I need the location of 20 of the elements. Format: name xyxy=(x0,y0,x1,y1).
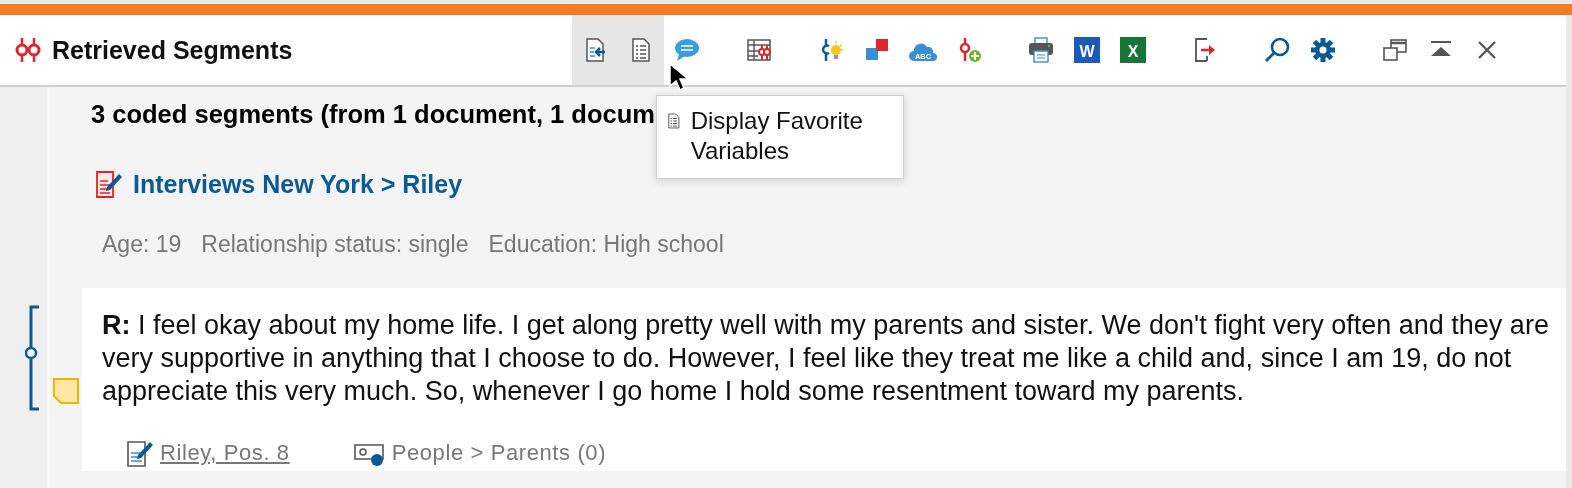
excel-icon[interactable]: X xyxy=(1119,36,1147,64)
source-link[interactable]: Riley, Pos. 8 xyxy=(160,440,290,466)
window-title: Retrieved Segments xyxy=(52,35,294,65)
segment-count: 3 coded segments (from 1 document, 1 docum xyxy=(91,99,655,129)
app-logo-icon xyxy=(14,36,42,64)
printer-icon[interactable] xyxy=(1027,36,1055,64)
word-icon[interactable]: W xyxy=(1073,36,1101,64)
tooltip-text: Display Favorite Variables xyxy=(690,106,864,166)
document-icon xyxy=(95,169,123,199)
settings-icon[interactable] xyxy=(1309,36,1337,64)
code-label: People > Parents (0) xyxy=(391,440,607,466)
windows-icon[interactable] xyxy=(1381,36,1409,64)
table-codes-icon[interactable] xyxy=(745,36,773,64)
variable-value: Relationship status: single xyxy=(201,230,469,258)
variable-value: Age: 19 xyxy=(102,230,182,258)
search-icon[interactable] xyxy=(1263,36,1291,64)
variable-value: Education: High school xyxy=(488,230,724,258)
comment-icon[interactable] xyxy=(673,36,701,64)
document-link[interactable]: Interviews New York > Riley xyxy=(133,169,463,199)
segment-text: R: I feel okay about my home life. I get along pretty well with my parents and sister. We don't fight very often and they are very supportive in anything that I choose to do. However, I feel like they treat me like a child and, since I am 19, do not appreciate this very much. So, whenever I go home I hold some resentment toward my parents. xyxy=(102,309,1550,408)
